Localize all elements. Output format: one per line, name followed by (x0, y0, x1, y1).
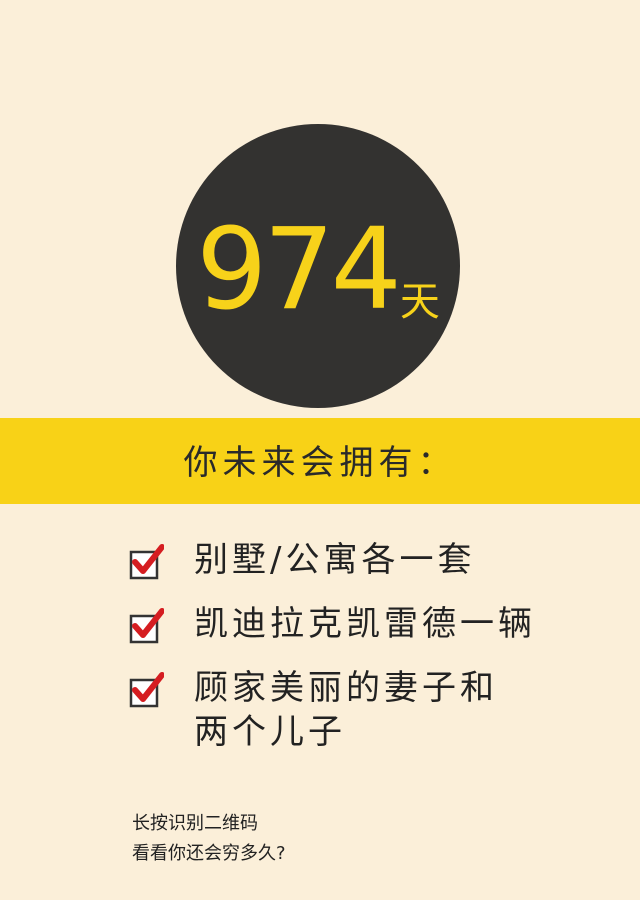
footer-line-2: 看看你还会穷多久? (132, 843, 286, 864)
checkbox-checked-icon (128, 672, 164, 708)
checkbox-checked-icon (128, 608, 164, 644)
footer: 长按识别二维码 看看你还会穷多久? (132, 809, 286, 869)
list-item: 顾家美丽的妻子和两个儿子 (128, 668, 608, 754)
days-circle: 974 天 (176, 124, 460, 408)
ownership-list: 别墅/公寓各一套 凯迪拉克凯雷德一辆 顾家美丽的妻子和两个儿子 (128, 540, 608, 776)
list-item-text: 顾家美丽的妻子和两个儿子 (194, 668, 498, 752)
list-item: 别墅/公寓各一套 (128, 540, 608, 582)
days-counter: 974 天 (176, 124, 460, 408)
checkbox-checked-icon (128, 544, 164, 580)
footer-line-1: 长按识别二维码 (132, 813, 258, 834)
banner-title: 你未来会拥有： (183, 443, 457, 483)
banner: 你未来会拥有： (0, 418, 640, 504)
list-item-text: 凯迪拉克凯雷德一辆 (194, 604, 536, 644)
days-unit: 天 (399, 279, 440, 325)
list-item: 凯迪拉克凯雷德一辆 (128, 604, 608, 646)
days-number: 974 (196, 205, 402, 335)
poster: 974 天 你未来会拥有： 别墅/公寓各一套 凯迪拉克凯雷德一辆 顾家美丽的妻子… (0, 0, 640, 900)
list-item-text: 别墅/公寓各一套 (194, 540, 476, 580)
